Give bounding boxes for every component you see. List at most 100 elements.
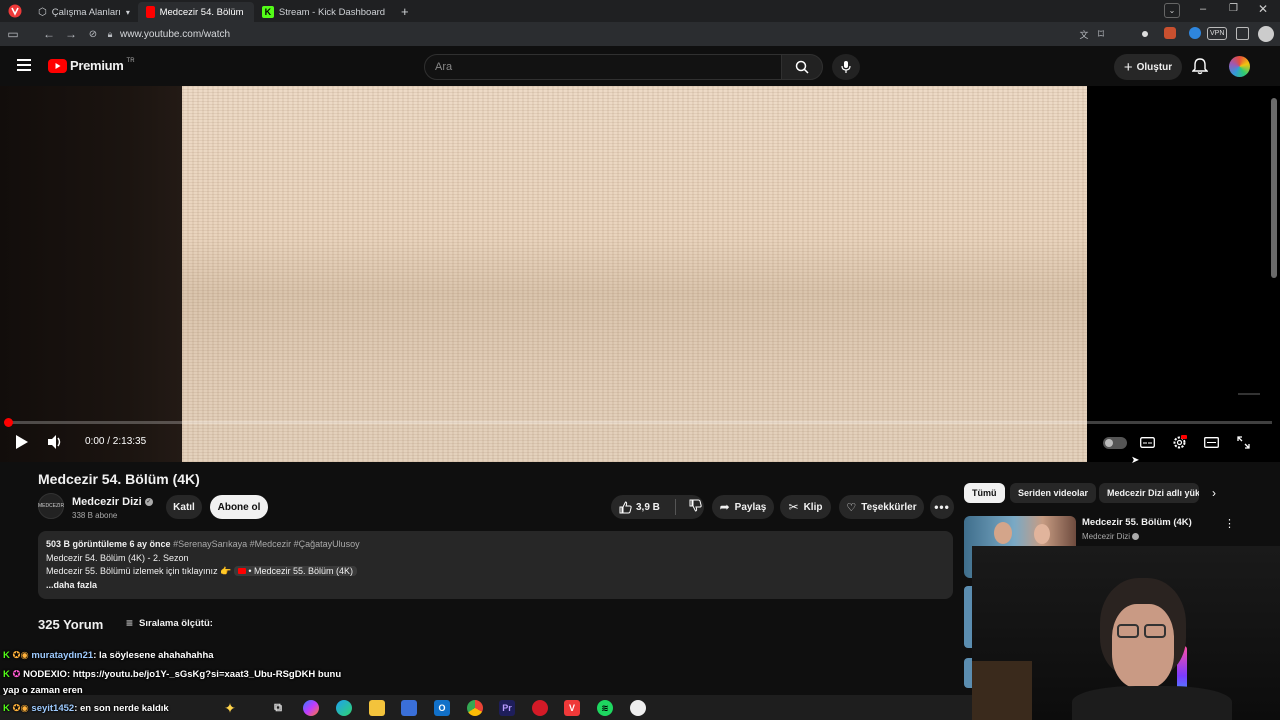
- extensions-icon[interactable]: [1236, 27, 1249, 40]
- subscriber-count: 338 B abone: [72, 511, 118, 520]
- extension-icon[interactable]: [1164, 27, 1176, 39]
- chip-all[interactable]: Tümü: [964, 483, 1005, 503]
- volume-icon[interactable]: [44, 431, 68, 453]
- create-button[interactable]: + Oluştur: [1114, 54, 1182, 80]
- vpn-badge[interactable]: VPN: [1207, 27, 1228, 40]
- extension-icon[interactable]: [1189, 27, 1201, 39]
- more-actions-icon[interactable]: •••: [930, 495, 954, 519]
- reload-icon[interactable]: ⊘: [82, 29, 104, 40]
- linked-video-chip[interactable]: • Medcezir 55. Bölüm (4K): [233, 566, 357, 576]
- chip-channel-uploads[interactable]: Medcezir Dizi adlı yük: [1099, 483, 1199, 503]
- video-frame[interactable]: [182, 86, 1087, 462]
- thanks-button[interactable]: ♡ Teşekkürler: [839, 495, 924, 519]
- badge-icon: ✪◉: [12, 650, 29, 661]
- search-input[interactable]: Ara: [424, 54, 782, 80]
- vivaldi-icon[interactable]: V: [564, 700, 580, 716]
- notifications-bell-icon[interactable]: [1191, 58, 1209, 80]
- channel-avatar[interactable]: MEDCEZIR: [38, 493, 64, 519]
- tab-list-icon[interactable]: ⌄: [1164, 3, 1180, 18]
- chrome-icon[interactable]: [467, 700, 483, 716]
- obs-icon[interactable]: [630, 700, 646, 716]
- divider: [674, 499, 676, 515]
- copilot-icon[interactable]: [303, 700, 319, 716]
- description-line: Medcezir 54. Bölüm (4K) - 2. Sezon: [46, 552, 189, 563]
- logo-text: Premium: [70, 58, 124, 73]
- progress-scrubber[interactable]: [4, 418, 13, 427]
- hamburger-menu-icon[interactable]: [17, 59, 31, 71]
- tab-workspaces[interactable]: ⬡ Çalışma Alanları ▾: [30, 2, 138, 22]
- progress-bar[interactable]: [8, 421, 1272, 424]
- file-explorer-icon[interactable]: [369, 700, 385, 716]
- autoplay-toggle[interactable]: [1103, 437, 1127, 449]
- settings-gear-icon[interactable]: [1167, 431, 1191, 453]
- youtube-premium-logo[interactable]: Premium TR: [48, 58, 135, 73]
- glasses: [1144, 624, 1166, 638]
- join-button[interactable]: Katıl: [166, 495, 202, 519]
- edge-browser-icon[interactable]: [336, 700, 352, 716]
- chat-username: NODEXIO: [23, 669, 67, 680]
- opera-icon[interactable]: [532, 700, 548, 716]
- create-label: Oluştur: [1136, 61, 1173, 73]
- profile-avatar[interactable]: [1258, 26, 1274, 42]
- maximize-icon[interactable]: ❐: [1229, 3, 1238, 14]
- show-more-link[interactable]: ...daha fazla: [46, 579, 945, 593]
- dislike-button[interactable]: [689, 499, 702, 515]
- vivaldi-menu-icon[interactable]: [0, 4, 30, 18]
- streamer-face: [1112, 604, 1174, 688]
- more-vert-icon[interactable]: ⋮: [1224, 517, 1235, 530]
- spotify-icon[interactable]: ≋: [597, 700, 613, 716]
- back-icon[interactable]: ←: [38, 27, 60, 41]
- kick-badge-icon: K: [3, 703, 10, 714]
- recommended-thumbnail[interactable]: [964, 586, 972, 648]
- sidebar-toggle-icon[interactable]: ▭: [2, 27, 24, 41]
- clip-button[interactable]: ✂ Klip: [780, 495, 831, 519]
- store-icon[interactable]: [401, 700, 417, 716]
- description-stats-line: 503 B görüntüleme 6 ay önce #SerenaySarı…: [46, 538, 945, 552]
- user-avatar[interactable]: [1229, 56, 1250, 77]
- voice-search-button[interactable]: [832, 54, 860, 80]
- chevron-right-icon[interactable]: ›: [1212, 486, 1216, 500]
- chip-series-videos[interactable]: Seriden videolar: [1010, 483, 1097, 503]
- like-button[interactable]: 3,9 B: [619, 500, 660, 514]
- view-stats: 503 B görüntüleme 6 ay önce: [46, 539, 171, 549]
- time-display: 0:00 / 2:13:35: [85, 436, 147, 447]
- bookmark-icon[interactable]: ⌑: [1090, 27, 1112, 41]
- theater-mode-icon[interactable]: [1199, 431, 1223, 453]
- subscribe-button[interactable]: Abone ol: [210, 495, 268, 519]
- outlook-icon[interactable]: O: [434, 700, 450, 716]
- tab-youtube[interactable]: Medcezir 54. Bölüm (4K) - Y: [137, 2, 254, 22]
- chat-message-continuation: yap o zaman eren: [3, 685, 83, 696]
- description-box[interactable]: 503 B görüntüleme 6 ay önce #SerenaySarı…: [38, 531, 953, 599]
- recommended-video-title[interactable]: Medcezir 55. Bölüm (4K): [1082, 517, 1192, 528]
- workspaces-icon: ⬡: [38, 6, 47, 18]
- recommended-thumbnail[interactable]: [964, 658, 972, 688]
- description-line: Medcezir 55. Bölümü izlemek için tıklayı…: [46, 565, 945, 579]
- task-view-icon[interactable]: ⧉: [270, 700, 286, 716]
- tab-kick[interactable]: K Stream - Kick Dashboard: [254, 2, 393, 22]
- kick-badge-icon: K: [3, 669, 10, 680]
- search-button[interactable]: [781, 54, 823, 80]
- chat-text: yap o zaman eren: [3, 685, 83, 696]
- minimize-icon[interactable]: –: [1200, 3, 1206, 15]
- recommended-video-channel: Medcezir Dizi: [1082, 532, 1140, 541]
- forward-icon[interactable]: →: [60, 27, 82, 41]
- url-field[interactable]: www.youtube.com/watch: [120, 29, 230, 40]
- fullscreen-icon[interactable]: [1231, 431, 1255, 453]
- play-icon[interactable]: [9, 431, 33, 453]
- premiere-pro-icon[interactable]: Pr: [499, 700, 515, 716]
- share-button[interactable]: ➦ Paylaş: [712, 495, 774, 519]
- channel-name[interactable]: Medcezir Dizi ✓: [72, 496, 153, 508]
- scissors-icon: ✂: [788, 500, 799, 514]
- subtitles-icon[interactable]: [1135, 431, 1159, 453]
- scrollbar[interactable]: [1271, 98, 1277, 278]
- copilot-sparkle-icon[interactable]: ✦: [222, 700, 238, 716]
- sort-button[interactable]: ≡ Sıralama ölçütü:: [126, 616, 213, 630]
- extension-dot-icon[interactable]: [1142, 31, 1148, 37]
- hashtags[interactable]: #SerenaySarıkaya #Medcezir #ÇağatayUluso…: [173, 539, 360, 549]
- video-player[interactable]: 0:00 / 2:13:35 ➤: [0, 86, 1280, 466]
- chevron-down-icon: ▾: [125, 7, 130, 17]
- heart-dollar-icon: ♡: [846, 501, 857, 514]
- close-icon[interactable]: ✕: [1258, 2, 1268, 16]
- sort-label: Sıralama ölçütü:: [139, 617, 213, 629]
- new-tab-button[interactable]: +: [401, 4, 409, 19]
